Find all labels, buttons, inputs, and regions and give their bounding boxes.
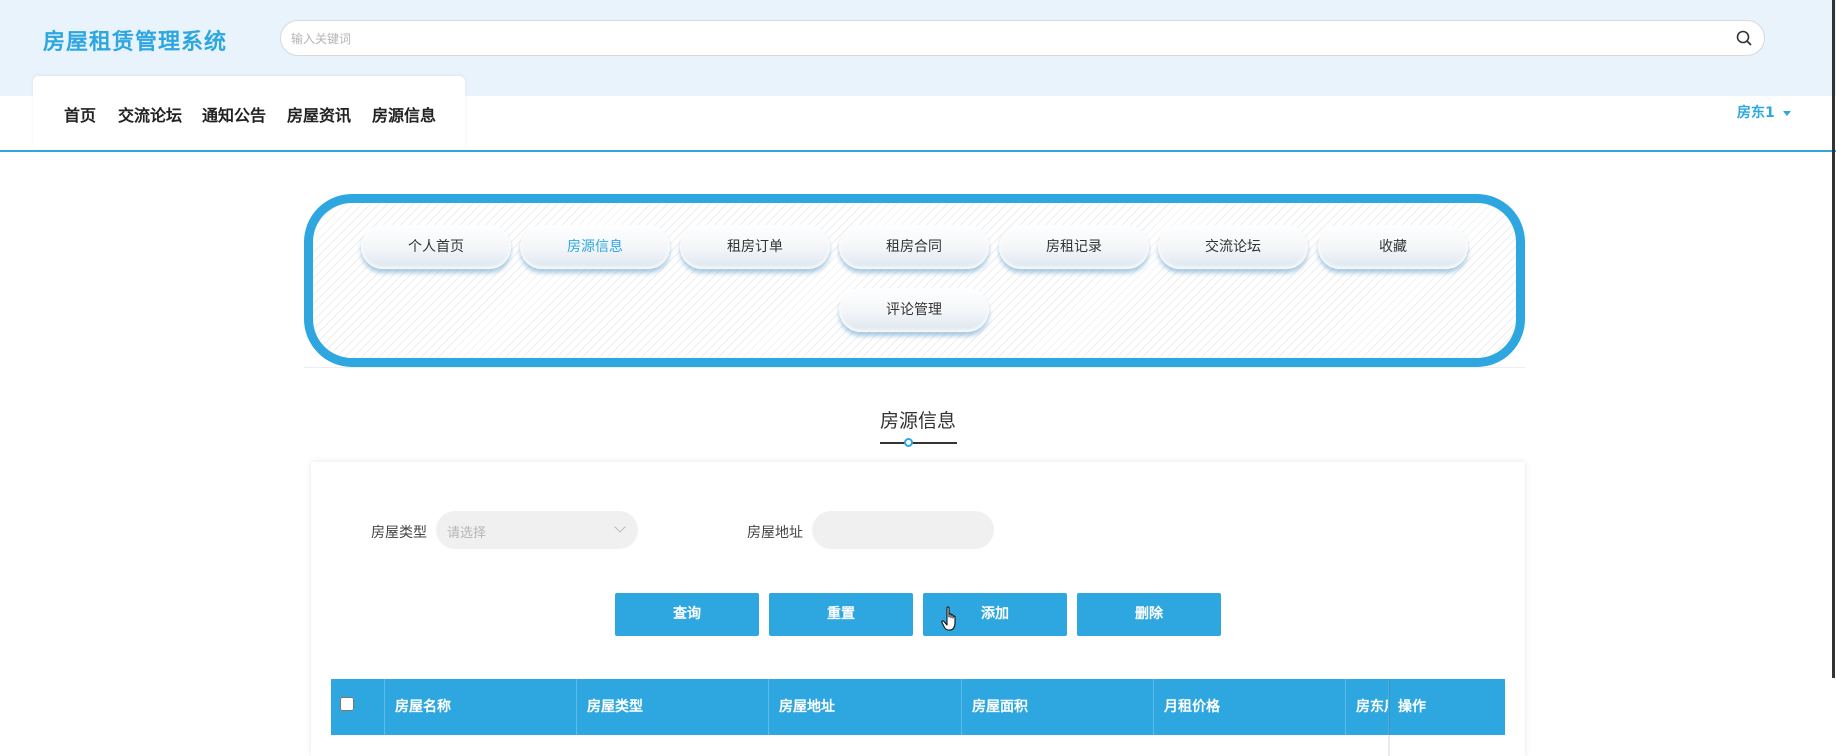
nav-notices[interactable]: 通知公告 xyxy=(202,102,266,126)
reset-button[interactable]: 重置 xyxy=(769,593,913,636)
search-icon[interactable] xyxy=(1734,28,1754,48)
select-all-checkbox[interactable] xyxy=(340,697,354,711)
menu-item-orders[interactable]: 租房订单 xyxy=(680,225,830,269)
user-name: 房东1 xyxy=(1737,105,1775,121)
menu-item-favorites[interactable]: 收藏 xyxy=(1318,225,1468,269)
menu-item-rent-records[interactable]: 房租记录 xyxy=(999,225,1149,269)
column-header[interactable]: 房屋地址 xyxy=(768,679,961,735)
menu-divider xyxy=(304,367,1525,368)
caret-down-icon xyxy=(1782,110,1791,116)
center-menu xyxy=(304,194,1525,367)
scrollbar[interactable] xyxy=(1832,0,1835,678)
menu-item-profile[interactable]: 个人首页 xyxy=(361,225,511,269)
column-header[interactable]: 房东用户名 xyxy=(1345,679,1388,735)
select-all-cell xyxy=(331,679,384,735)
fixed-column-shadow xyxy=(1388,679,1390,756)
table-header: 房屋名称 房屋类型 房屋地址 房屋面积 月租价格 房东用户名 操作 xyxy=(331,679,1505,735)
column-header[interactable]: 房屋面积 xyxy=(961,679,1153,735)
menu-item-comments[interactable]: 评论管理 xyxy=(839,288,989,332)
menu-item-contracts[interactable]: 租房合同 xyxy=(839,225,989,269)
hand-pointer-icon xyxy=(941,606,956,631)
nav-home[interactable]: 首页 xyxy=(64,102,96,126)
type-select-placeholder: 请选择 xyxy=(447,526,487,541)
column-header[interactable]: 月租价格 xyxy=(1153,679,1345,735)
title-dot xyxy=(904,438,913,447)
address-label: 房屋地址 xyxy=(747,525,803,541)
search-bar xyxy=(280,20,1765,56)
nav-listings[interactable]: 房源信息 xyxy=(372,102,436,126)
column-header[interactable]: 房屋类型 xyxy=(576,679,768,735)
section-title: 房源信息 xyxy=(879,410,956,432)
type-label: 房屋类型 xyxy=(371,525,427,541)
menu-item-forum[interactable]: 交流论坛 xyxy=(1158,225,1308,269)
nav-news[interactable]: 房屋资讯 xyxy=(287,102,351,126)
chevron-down-icon xyxy=(614,521,626,533)
query-button[interactable]: 查询 xyxy=(615,593,759,636)
column-header[interactable]: 房屋名称 xyxy=(384,679,576,735)
column-header[interactable]: 操作 xyxy=(1388,679,1505,735)
type-select[interactable]: 请选择 xyxy=(436,511,638,549)
user-menu[interactable]: 房东1 xyxy=(1737,102,1791,122)
app-title[interactable]: 房屋租赁管理系统 xyxy=(43,24,227,56)
nav-forum[interactable]: 交流论坛 xyxy=(118,102,182,126)
menu-item-listings[interactable]: 房源信息 xyxy=(520,225,670,269)
title-underline xyxy=(880,442,957,444)
search-input[interactable] xyxy=(289,27,1713,51)
address-input[interactable] xyxy=(812,511,994,549)
delete-button[interactable]: 删除 xyxy=(1077,593,1221,636)
